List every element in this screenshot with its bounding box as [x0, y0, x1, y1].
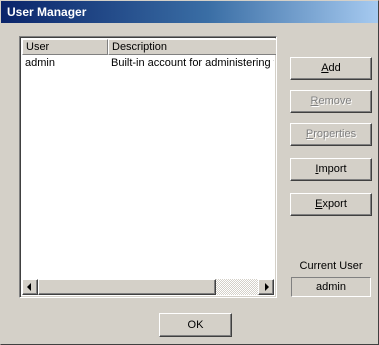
scroll-right-arrow-icon [265, 283, 269, 291]
remove-button[interactable]: Remove [290, 90, 372, 113]
column-header-description[interactable]: Description [108, 39, 276, 55]
scroll-thumb[interactable] [38, 279, 216, 295]
users-list[interactable]: User Description admin Built-in account … [19, 36, 277, 298]
description-cell: Built-in account for administering the [111, 57, 274, 69]
scroll-left-button[interactable] [22, 279, 38, 295]
scroll-right-button[interactable] [258, 279, 274, 295]
list-header: User Description [22, 39, 276, 55]
user-manager-dialog: User Manager User Description admin Buil… [0, 0, 379, 345]
column-header-user[interactable]: User [22, 39, 108, 55]
window-title: User Manager [7, 5, 87, 19]
title-bar[interactable]: User Manager [1, 1, 378, 23]
scroll-left-arrow-icon [27, 283, 31, 291]
add-button[interactable]: Add [290, 57, 372, 80]
import-button[interactable]: Import [290, 158, 372, 181]
ok-button[interactable]: OK [159, 313, 232, 337]
properties-button[interactable]: Properties [290, 123, 372, 146]
horizontal-scrollbar[interactable] [22, 279, 274, 295]
export-button[interactable]: Export [290, 193, 372, 216]
user-cell: admin [25, 57, 55, 69]
list-item[interactable]: admin Built-in account for administering… [22, 56, 276, 71]
current-user-value: admin [291, 277, 371, 297]
current-user-label: Current User [299, 260, 363, 272]
